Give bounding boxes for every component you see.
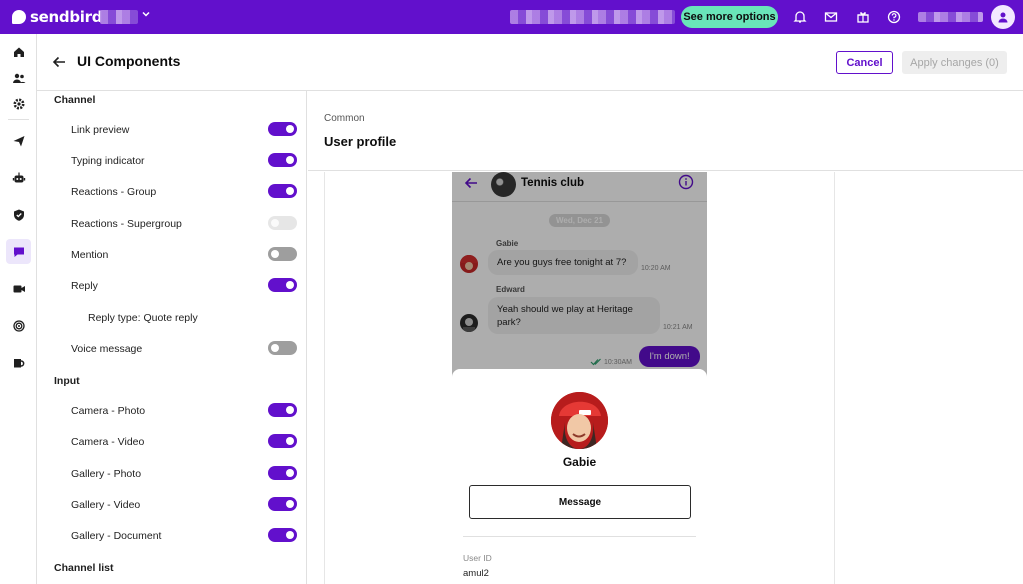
bot-icon[interactable] <box>6 165 31 190</box>
setting-label: Reactions - Group <box>71 186 157 198</box>
toggle-gallery-photo[interactable] <box>268 466 297 480</box>
breadcrumb: Common <box>324 113 365 124</box>
help-icon[interactable] <box>886 9 902 25</box>
app-name-redacted[interactable] <box>510 10 675 24</box>
chevron-down-icon[interactable] <box>141 9 151 19</box>
setting-label: Typing indicator <box>71 155 145 167</box>
toggle-typing-indicator[interactable] <box>268 153 297 167</box>
toggle-reactions-group[interactable] <box>268 184 297 198</box>
setting-label: Reply <box>71 280 98 292</box>
user-id-value: amul2 <box>463 568 489 579</box>
section-title-input: Input <box>54 375 80 387</box>
video-icon[interactable] <box>6 276 31 301</box>
see-more-options-button[interactable]: See more options <box>681 6 778 28</box>
user-icon <box>998 12 1008 23</box>
preview-title: User profile <box>324 134 397 149</box>
toggle-camera-video[interactable] <box>268 434 297 448</box>
bell-icon[interactable] <box>792 9 808 25</box>
phone-preview: Tennis club Wed, Dec 21 Gabie Are you gu… <box>452 172 707 584</box>
toggle-camera-photo[interactable] <box>268 403 297 417</box>
setting-label: Mention <box>71 249 109 261</box>
user-avatar[interactable] <box>991 5 1015 29</box>
desk-icon[interactable] <box>6 350 31 375</box>
page-header: UI Components Cancel Apply changes (0) <box>37 34 1023 91</box>
setting-label: Link preview <box>71 124 130 136</box>
toggle-gallery-document[interactable] <box>268 528 297 542</box>
back-arrow-icon[interactable] <box>51 54 67 70</box>
home-icon[interactable] <box>6 39 31 64</box>
apply-changes-button[interactable]: Apply changes (0) <box>902 51 1007 74</box>
setting-label: Gallery - Video <box>71 499 141 511</box>
setting-option-reply-type[interactable]: Reply type: Quote reply <box>88 312 198 324</box>
toggle-link-preview[interactable] <box>268 122 297 136</box>
message-button[interactable]: Message <box>469 485 691 519</box>
user-profile-sheet: Gabie Message User ID amul2 <box>452 369 707 584</box>
users-icon[interactable] <box>6 65 31 90</box>
page-title: UI Components <box>77 53 181 69</box>
toggle-voice-message[interactable] <box>268 341 297 355</box>
brand-name: sendbird <box>30 8 103 26</box>
profile-name: Gabie <box>562 455 597 469</box>
profile-photo <box>551 392 608 449</box>
setting-label: Voice message <box>71 343 143 355</box>
org-name-redacted[interactable] <box>100 10 138 24</box>
logo-mark-icon <box>12 10 26 24</box>
toggle-reactions-supergroup[interactable] <box>268 216 297 230</box>
cancel-button[interactable]: Cancel <box>836 51 893 74</box>
setting-label: Gallery - Photo <box>71 468 142 480</box>
setting-label: Camera - Video <box>71 436 145 448</box>
shield-icon[interactable] <box>6 202 31 227</box>
setting-label: Gallery - Document <box>71 530 162 542</box>
user-id-label: User ID <box>463 553 492 563</box>
toggle-reply[interactable] <box>268 278 297 292</box>
settings-panel: Channel Link preview Typing indicator Re… <box>37 91 307 584</box>
mail-icon[interactable] <box>823 9 839 25</box>
gift-icon[interactable] <box>855 9 871 25</box>
chat-icon[interactable] <box>6 239 31 264</box>
divider <box>463 536 696 537</box>
setting-label: Camera - Photo <box>71 405 146 417</box>
live-icon[interactable] <box>6 313 31 338</box>
rail-divider <box>8 119 29 120</box>
toggle-mention[interactable] <box>268 247 297 261</box>
toggle-gallery-video[interactable] <box>268 497 297 511</box>
preview-header: Common User profile <box>308 91 1023 171</box>
section-title-channel-list: Channel list <box>54 562 114 574</box>
send-icon[interactable] <box>6 128 31 153</box>
sendbird-logo[interactable]: sendbird <box>12 8 102 26</box>
user-name-redacted[interactable] <box>918 12 983 22</box>
setting-label: Reactions - Supergroup <box>71 218 182 230</box>
section-title-channel: Channel <box>54 94 96 106</box>
left-nav-rail <box>0 34 37 584</box>
settings-icon[interactable] <box>6 91 31 116</box>
top-bar: sendbird See more options <box>0 0 1023 34</box>
